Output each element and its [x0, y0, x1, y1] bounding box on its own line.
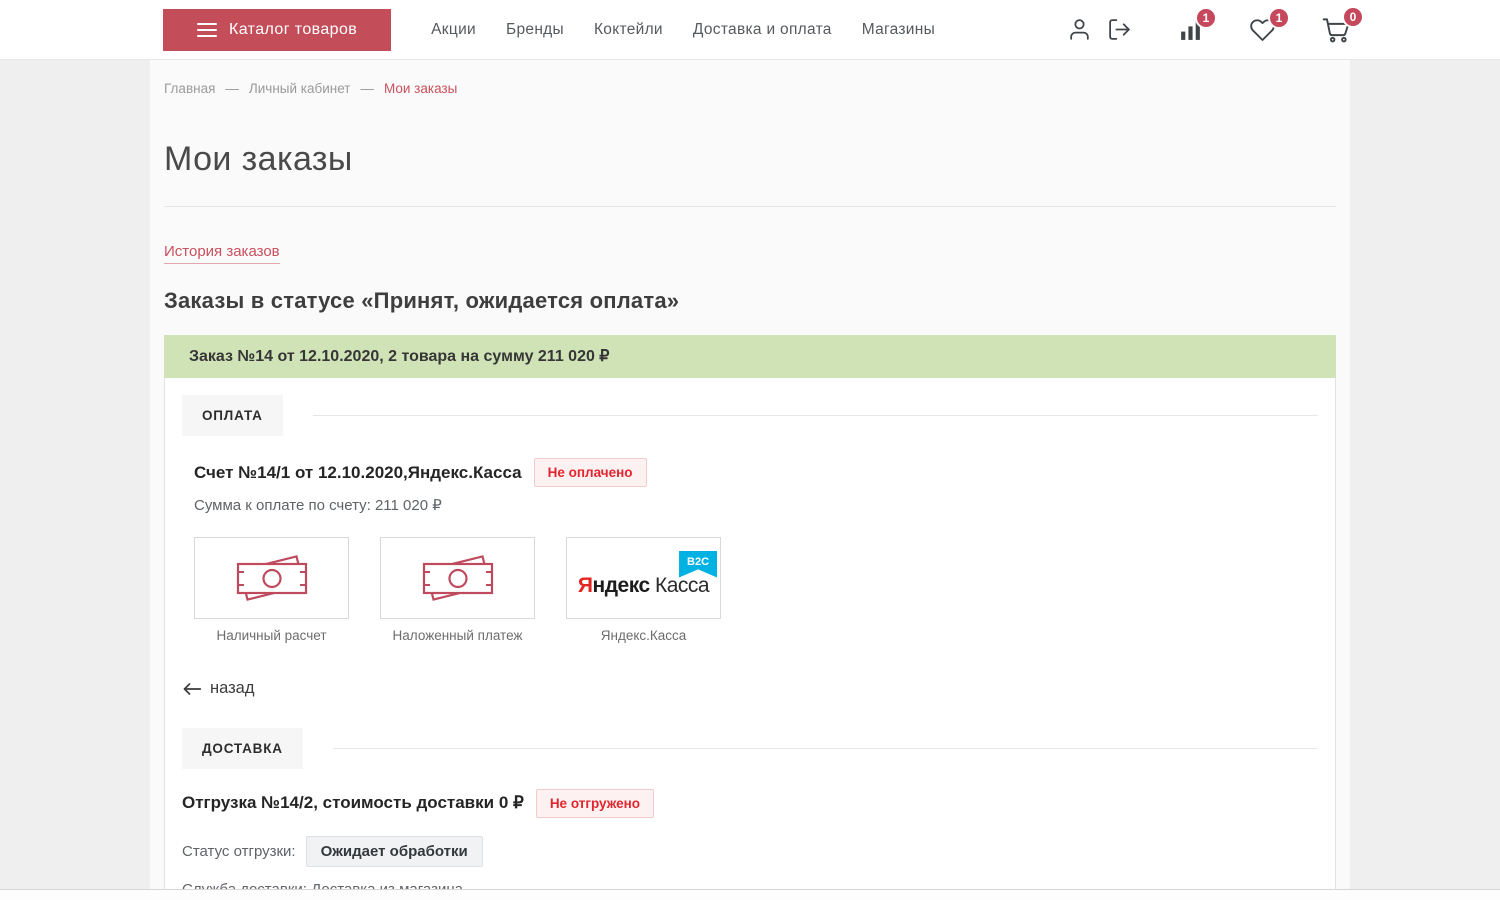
shipment-status-row: Статус отгрузки: Ожидает обработки — [182, 836, 1318, 867]
payment-method-label: Яндекс.Касса — [566, 628, 721, 643]
payment-method-yandex-kassa[interactable]: B2C Яндекс Касса Яндекс.Касса — [566, 537, 721, 643]
payment-status-badge: Не оплачено — [534, 458, 647, 487]
invoice-row: Счет №14/1 от 12.10.2020,Яндекс.Касса Не… — [194, 458, 1318, 487]
breadcrumb-account[interactable]: Личный кабинет — [249, 81, 351, 96]
cart-count-badge: 0 — [1342, 6, 1364, 28]
hamburger-icon — [197, 23, 217, 37]
cash-icon — [409, 550, 507, 606]
order-summary-banner[interactable]: Заказ №14 от 12.10.2020, 2 товара на сум… — [164, 335, 1336, 378]
back-link-label: назад — [210, 679, 254, 698]
yandex-kassa-logo: B2C Яндекс Касса — [578, 561, 709, 596]
catalog-button-label: Каталог товаров — [229, 21, 357, 39]
status-heading: Заказы в статусе «Принят, ожидается опла… — [164, 288, 1336, 314]
breadcrumb-separator: — — [360, 81, 374, 96]
delivery-section-header: ДОСТАВКА — [182, 728, 1318, 769]
payment-method-box — [380, 537, 535, 619]
back-link[interactable]: назад — [182, 679, 254, 698]
user-icon[interactable] — [1067, 17, 1092, 42]
payment-method-cash[interactable]: Наличный расчет — [194, 537, 349, 643]
cart-icon[interactable]: 0 — [1322, 16, 1350, 43]
nav-item-promotions[interactable]: Акции — [431, 21, 476, 39]
breadcrumb-current: Мои заказы — [384, 81, 457, 96]
page-title: Мои заказы — [164, 140, 1336, 179]
invoice-amount: Сумма к оплате по счету: 211 020 ₽ — [194, 496, 1318, 514]
site-header: Каталог товаров Акции Бренды Коктейли До… — [0, 0, 1500, 60]
logout-icon[interactable] — [1107, 17, 1132, 42]
order-history-link[interactable]: История заказов — [164, 243, 280, 264]
payment-method-box: B2C Яндекс Касса — [566, 537, 721, 619]
shipment-status-label: Статус отгрузки: — [182, 843, 296, 860]
wishlist-count-badge: 1 — [1268, 7, 1290, 29]
payment-method-cod[interactable]: Наложенный платеж — [380, 537, 535, 643]
section-divider-line — [333, 748, 1318, 749]
payment-method-box — [194, 537, 349, 619]
header-icons: 1 1 0 — [1067, 16, 1350, 43]
nav-item-brands[interactable]: Бренды — [506, 21, 564, 39]
yandex-logo-ya: Я — [578, 574, 593, 597]
footer-strip — [0, 889, 1500, 900]
title-divider — [164, 206, 1336, 207]
wishlist-icon[interactable]: 1 — [1249, 17, 1276, 43]
payment-section-header: ОПЛАТА — [182, 395, 1318, 436]
nav-item-cocktails[interactable]: Коктейли — [594, 21, 663, 39]
payment-tab[interactable]: ОПЛАТА — [182, 395, 283, 436]
compare-icon[interactable]: 1 — [1178, 17, 1203, 42]
breadcrumb-home[interactable]: Главная — [164, 81, 215, 96]
cash-icon — [223, 550, 321, 606]
shipment-title: Отгрузка №14/2, стоимость доставки 0 ₽ — [182, 793, 524, 813]
breadcrumb-separator: — — [225, 81, 239, 96]
compare-count-badge: 1 — [1195, 7, 1217, 29]
payment-methods: Наличный расчет Наложенный платеж — [194, 537, 1318, 643]
payment-method-label: Наличный расчет — [194, 628, 349, 643]
nav-item-stores[interactable]: Магазины — [862, 21, 935, 39]
section-divider-line — [313, 415, 1318, 416]
order-card-body: ОПЛАТА Счет №14/1 от 12.10.2020,Яндекс.К… — [164, 378, 1336, 900]
shipment-status-badge: Не отгружено — [536, 789, 654, 818]
nav-item-delivery-payment[interactable]: Доставка и оплата — [693, 21, 832, 39]
breadcrumb: Главная — Личный кабинет — Мои заказы — [164, 60, 1336, 96]
delivery-tab[interactable]: ДОСТАВКА — [182, 728, 303, 769]
shipment-processing-badge: Ожидает обработки — [306, 836, 483, 867]
main-nav: Акции Бренды Коктейли Доставка и оплата … — [431, 21, 935, 39]
catalog-button[interactable]: Каталог товаров — [163, 9, 391, 51]
invoice-title: Счет №14/1 от 12.10.2020,Яндекс.Касса — [194, 463, 522, 483]
content-column: Главная — Личный кабинет — Мои заказы Мо… — [150, 60, 1350, 900]
payment-method-label: Наложенный платеж — [380, 628, 535, 643]
yandex-logo-ndeks: ндекс — [593, 574, 650, 597]
shipment-row: Отгрузка №14/2, стоимость доставки 0 ₽ Н… — [182, 789, 1318, 818]
order-card: Заказ №14 от 12.10.2020, 2 товара на сум… — [164, 335, 1336, 900]
arrow-left-icon — [182, 681, 202, 697]
